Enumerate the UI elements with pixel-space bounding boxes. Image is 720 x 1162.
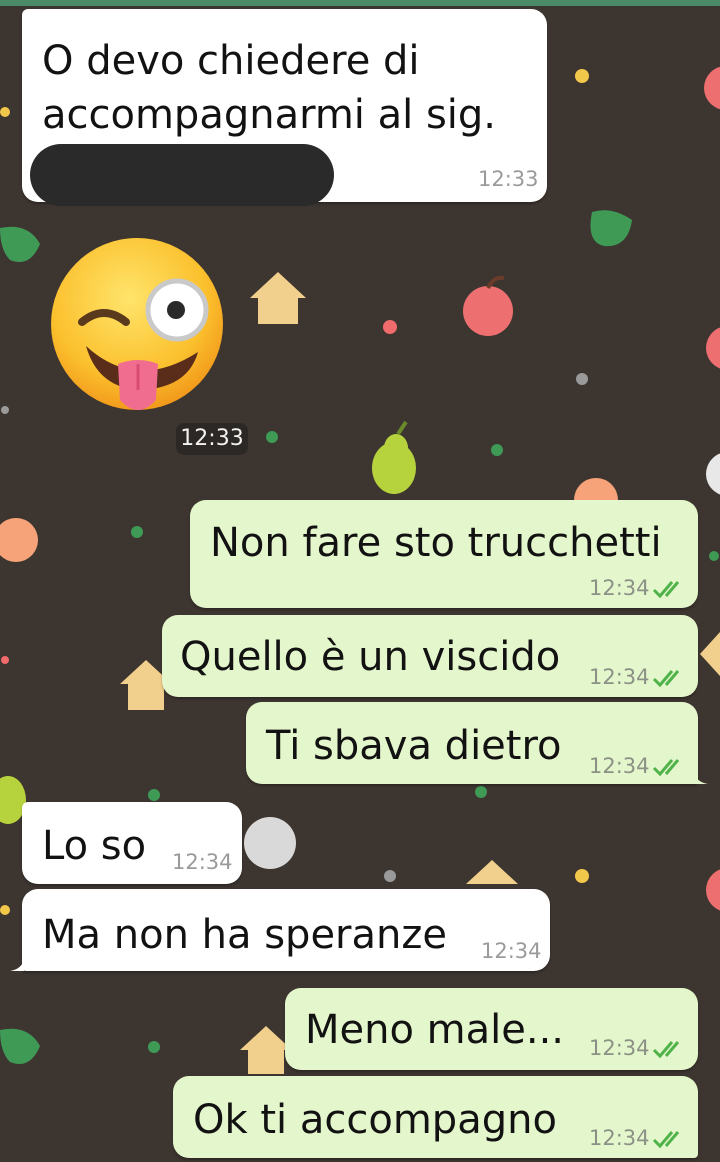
message-text: Ok ti accompagno	[193, 1097, 557, 1143]
message-time: 12:34	[589, 1126, 650, 1150]
message-text: Meno male...	[305, 1007, 565, 1053]
message-text: Non fare sto trucchetti	[210, 520, 662, 566]
message-time: 12:34	[481, 939, 542, 963]
message-time: 12:34	[589, 665, 650, 689]
top-accent-bar	[0, 0, 720, 6]
message-time: 12:34	[589, 754, 650, 778]
wallpaper-ball	[244, 817, 296, 869]
message-bubble-incoming[interactable]: O devo chiedere di accompagnarmi al sig.…	[22, 9, 547, 206]
double-check-icon	[652, 1041, 680, 1059]
redaction-scribble	[30, 144, 334, 206]
double-check-icon	[652, 670, 680, 688]
bubble-tail	[10, 959, 24, 971]
message-text: Ti sbava dietro	[266, 723, 562, 769]
message-bubble-outgoing[interactable]: Ti sbava dietro 12:34	[246, 702, 708, 784]
message-text: Quello è un viscido	[180, 634, 561, 680]
winking-face-with-tongue-icon[interactable]	[48, 236, 228, 418]
message-bubble-incoming[interactable]: Ma non ha speranze 12:34	[10, 889, 550, 971]
message-text-line: O devo chiedere di	[42, 38, 420, 84]
double-check-icon	[652, 759, 680, 777]
message-text-line: accompagnarmi al sig.	[42, 92, 497, 138]
message-time: 12:34	[589, 1036, 650, 1060]
double-check-icon	[652, 581, 680, 599]
message-bubble-outgoing[interactable]: Ok ti accompagno 12:34	[173, 1076, 698, 1158]
sticker-time: 12:33	[176, 423, 248, 455]
message-bubble-outgoing[interactable]: Non fare sto trucchetti 12:34	[190, 500, 698, 608]
message-text: Ma non ha speranze	[42, 912, 447, 958]
message-time: 12:34	[172, 850, 233, 874]
double-check-icon	[652, 1131, 680, 1149]
message-text: Lo so	[42, 823, 147, 869]
message-bubble-outgoing[interactable]: Meno male... 12:34	[285, 988, 698, 1070]
message-bubble-incoming[interactable]: Lo so 12:34	[22, 802, 242, 884]
bubble-tail	[694, 772, 708, 784]
message-time: 12:33	[478, 167, 539, 191]
message-bubble-outgoing[interactable]: Quello è un viscido 12:34	[162, 615, 698, 697]
message-time: 12:34	[589, 576, 650, 600]
